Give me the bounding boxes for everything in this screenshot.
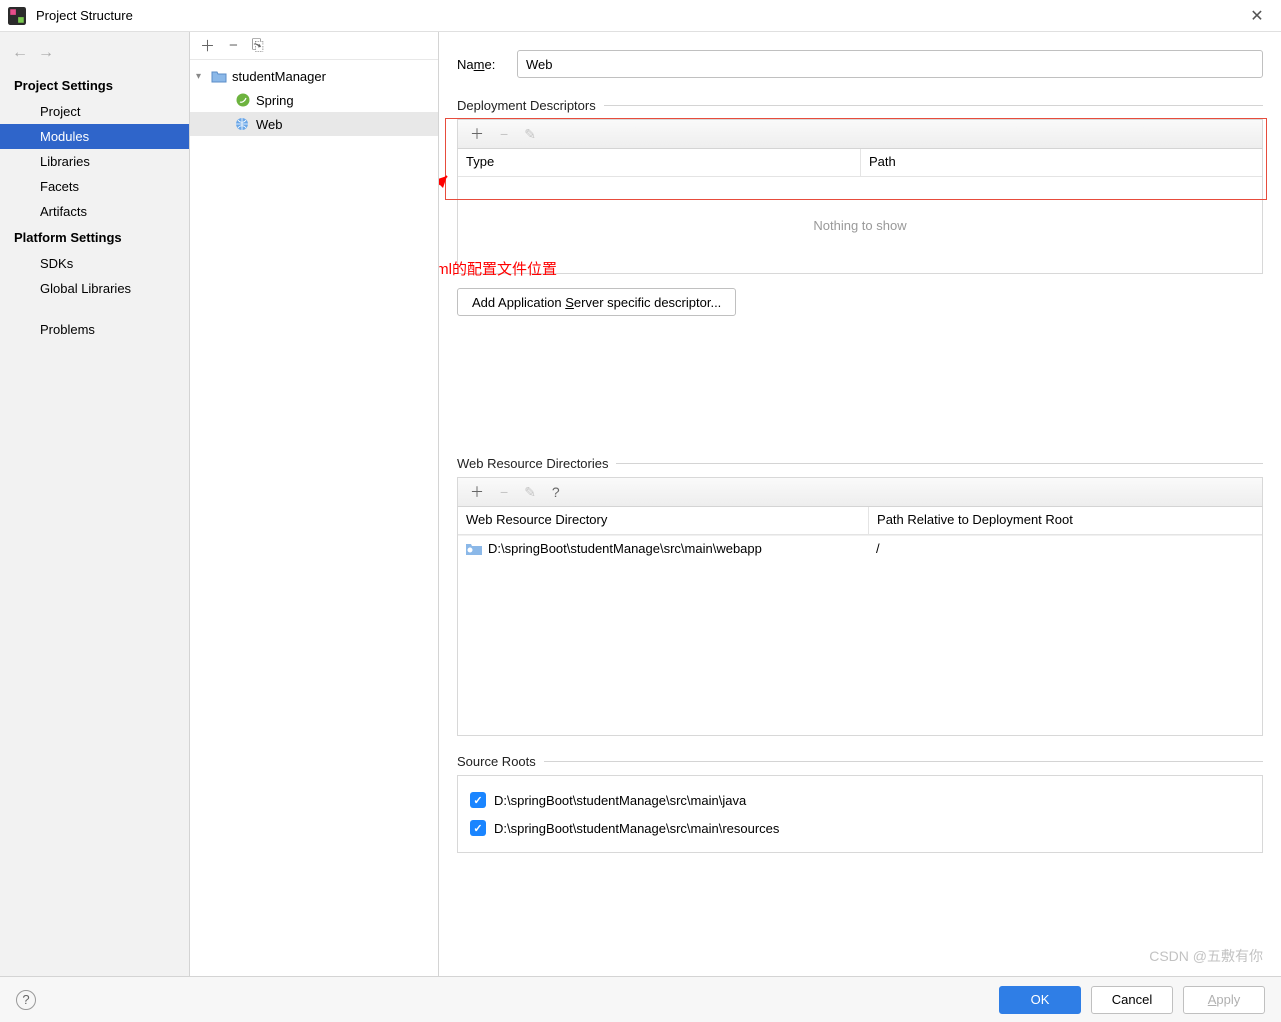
wrd-col-dir: Web Resource Directory: [458, 507, 868, 534]
tree-node-root[interactable]: ▾ studentManager: [190, 64, 438, 88]
sr-path: D:\springBoot\studentManage\src\main\jav…: [494, 793, 746, 808]
content-panel: Name: Deployment Descriptors ＋ − ✎ Type …: [439, 32, 1281, 976]
dd-col-path: Path: [861, 149, 1262, 176]
apply-button: Apply: [1183, 986, 1265, 1014]
sidebar-item-sdks[interactable]: SDKs: [0, 251, 189, 276]
titlebar: Project Structure ✕: [0, 0, 1281, 32]
wrd-table: Web Resource Directory Path Relative to …: [457, 507, 1263, 736]
tree-node-web[interactable]: Web: [190, 112, 438, 136]
checkbox-checked-icon[interactable]: ✓: [470, 792, 486, 808]
sidebar-heading-platform-settings: Platform Settings: [0, 224, 189, 251]
sidebar: ← → Project Settings Project Modules Lib…: [0, 32, 190, 976]
name-input[interactable]: [517, 50, 1263, 78]
add-icon[interactable]: ＋: [200, 35, 215, 56]
tree-toolbar: ＋ − ⎘: [190, 32, 438, 60]
checkbox-checked-icon[interactable]: ✓: [470, 820, 486, 836]
chevron-down-icon[interactable]: ▾: [196, 71, 210, 82]
dd-empty-text: Nothing to show: [458, 177, 1262, 273]
list-item[interactable]: ✓ D:\springBoot\studentManage\src\main\j…: [470, 786, 1250, 814]
footer: ? OK Cancel Apply: [0, 976, 1281, 1022]
nav-forward-icon[interactable]: →: [38, 44, 54, 62]
sidebar-item-problems[interactable]: Problems: [0, 317, 189, 342]
deployment-descriptors-section: Deployment Descriptors ＋ − ✎ Type Path N…: [457, 98, 1263, 316]
sidebar-heading-project-settings: Project Settings: [0, 72, 189, 99]
app-icon: [8, 7, 26, 25]
dd-toolbar: ＋ − ✎: [457, 119, 1263, 149]
name-label: Name:: [457, 57, 517, 72]
copy-icon[interactable]: ⎘: [252, 37, 264, 54]
sr-title: Source Roots: [457, 754, 536, 769]
sidebar-item-global-libraries[interactable]: Global Libraries: [0, 276, 189, 301]
module-tree: ▾ studentManager Spring Web: [190, 60, 438, 136]
sidebar-item-modules[interactable]: Modules: [0, 124, 189, 149]
list-item[interactable]: ✓ D:\springBoot\studentManage\src\main\r…: [470, 814, 1250, 842]
wrd-toolbar: ＋ − ✎ ?: [457, 477, 1263, 507]
help-icon[interactable]: ?: [16, 990, 36, 1010]
close-icon[interactable]: ✕: [1241, 6, 1273, 26]
annotation-text: 添加你的web.xml的配置文件位置: [439, 258, 557, 279]
folder-icon: [466, 542, 482, 555]
wrd-edit-icon: ✎: [524, 484, 536, 501]
dd-table: Type Path Nothing to show: [457, 149, 1263, 274]
cancel-button[interactable]: Cancel: [1091, 986, 1173, 1014]
dd-title: Deployment Descriptors: [457, 98, 596, 113]
wrd-title: Web Resource Directories: [457, 456, 608, 471]
sidebar-item-artifacts[interactable]: Artifacts: [0, 199, 189, 224]
wrd-remove-icon: −: [500, 484, 508, 500]
dd-remove-icon: −: [500, 126, 508, 142]
source-roots-list: ✓ D:\springBoot\studentManage\src\main\j…: [457, 775, 1263, 853]
wrd-help-icon[interactable]: ?: [552, 484, 560, 500]
add-server-descriptor-button[interactable]: Add Application Server specific descript…: [457, 288, 736, 316]
tree-node-spring-label: Spring: [256, 93, 294, 108]
sr-path: D:\springBoot\studentManage\src\main\res…: [494, 821, 779, 836]
table-row[interactable]: D:\springBoot\studentManage\src\main\web…: [458, 535, 1262, 561]
spring-icon: [234, 92, 252, 108]
wrd-col-path: Path Relative to Deployment Root: [869, 507, 1262, 534]
sidebar-item-project[interactable]: Project: [0, 99, 189, 124]
tree-node-web-label: Web: [256, 117, 283, 132]
remove-icon[interactable]: −: [229, 37, 238, 54]
dd-add-icon[interactable]: ＋: [470, 124, 484, 144]
dd-edit-icon: ✎: [524, 126, 536, 143]
module-tree-panel: ＋ − ⎘ ▾ studentManager Spring: [190, 32, 439, 976]
watermark: CSDN @五敷有你: [1149, 946, 1263, 966]
ok-button[interactable]: OK: [999, 986, 1081, 1014]
window-title: Project Structure: [36, 8, 1241, 23]
sidebar-item-libraries[interactable]: Libraries: [0, 149, 189, 174]
nav-back-icon[interactable]: ←: [12, 44, 28, 62]
sidebar-item-facets[interactable]: Facets: [0, 174, 189, 199]
wrd-path-cell: /: [868, 541, 1262, 556]
dd-col-type: Type: [458, 149, 860, 176]
folder-icon: [210, 68, 228, 84]
tree-node-spring[interactable]: Spring: [190, 88, 438, 112]
web-icon: [234, 116, 252, 132]
wrd-add-icon[interactable]: ＋: [470, 482, 484, 502]
wrd-dir-cell: D:\springBoot\studentManage\src\main\web…: [488, 541, 762, 556]
tree-node-root-label: studentManager: [232, 69, 326, 84]
